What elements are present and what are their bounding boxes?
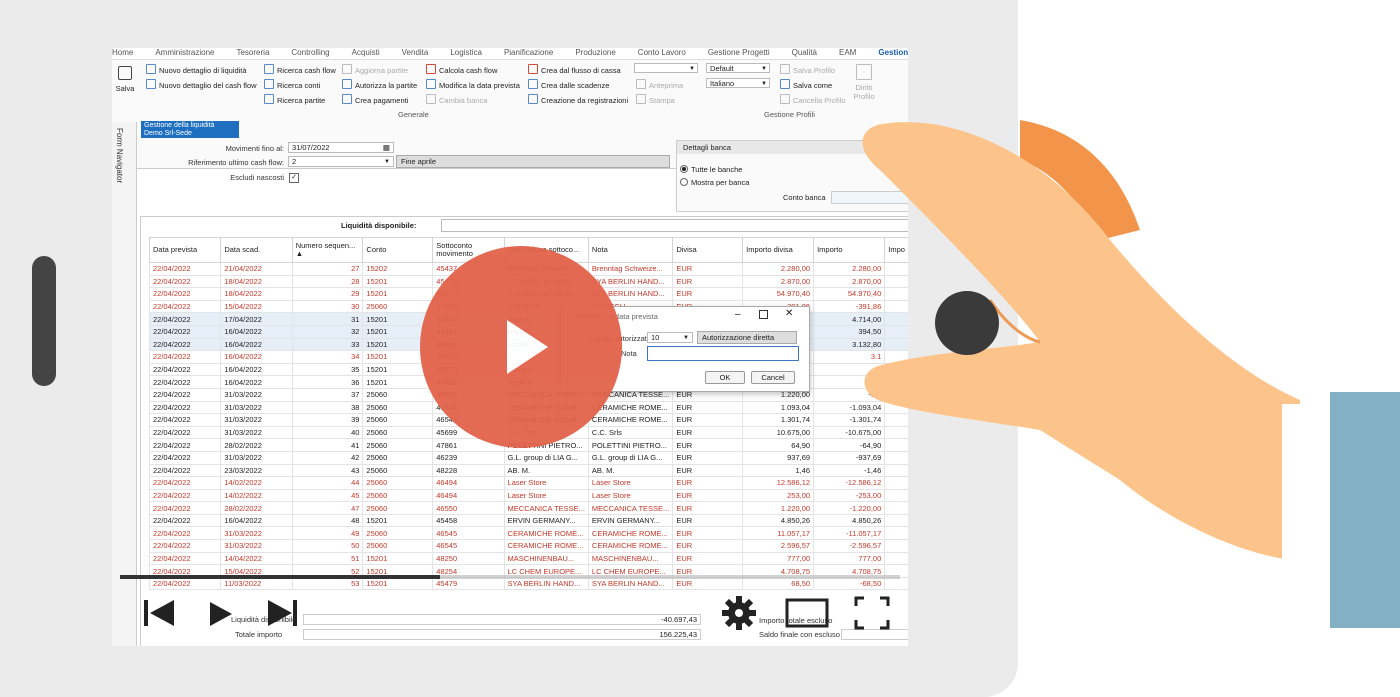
theater-mode-icon[interactable]: [784, 596, 830, 630]
previous-icon[interactable]: [140, 596, 180, 630]
sleeve-cuff: [1282, 404, 1330, 600]
tablet-camera: [935, 291, 999, 355]
fullscreen-icon[interactable]: [852, 594, 892, 632]
seek-progress: [120, 575, 440, 579]
settings-gear-icon[interactable]: [720, 594, 758, 632]
seek-bar[interactable]: [120, 575, 900, 579]
sleeve: [1330, 392, 1400, 628]
next-icon[interactable]: [262, 596, 302, 630]
play-small-icon[interactable]: [206, 596, 236, 630]
play-button[interactable]: [420, 246, 622, 448]
hand-illustration: [862, 120, 1400, 628]
play-icon: [507, 320, 548, 374]
